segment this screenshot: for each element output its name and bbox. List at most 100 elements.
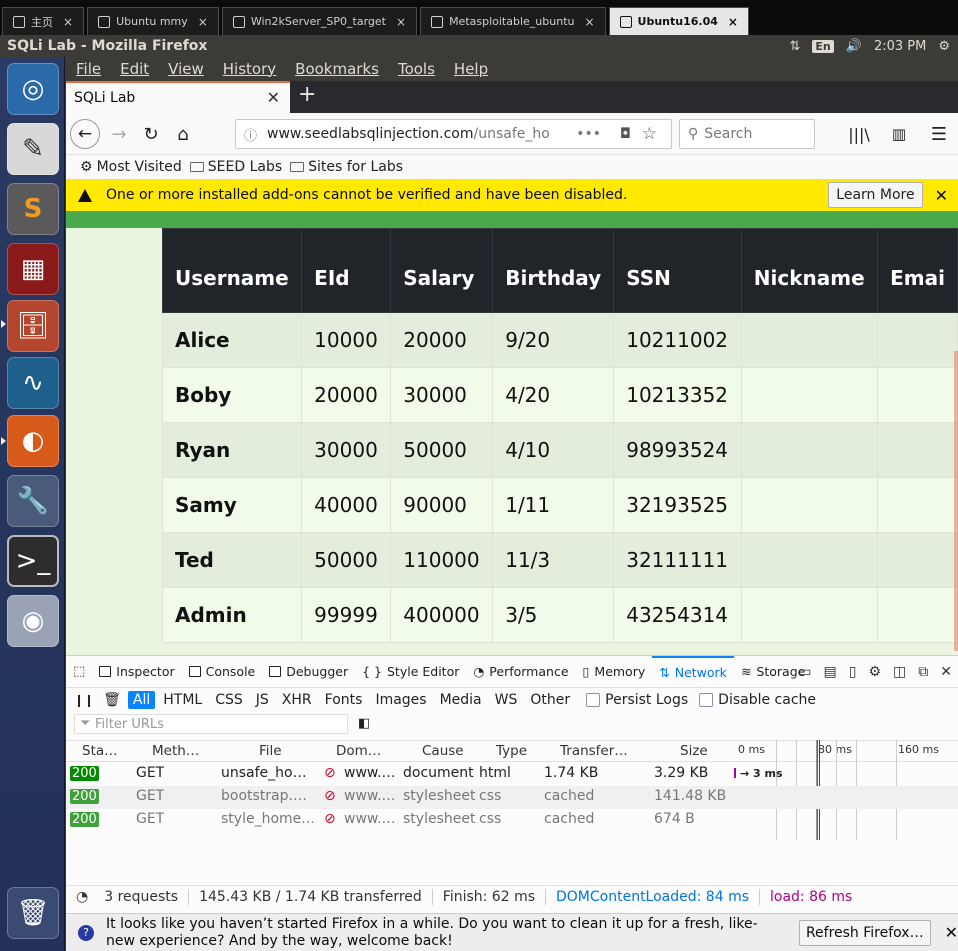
- settings-icon[interactable]: 🔧: [7, 475, 59, 527]
- page-actions-icon[interactable]: •••: [570, 126, 601, 142]
- filter-media[interactable]: Media: [435, 691, 487, 709]
- undock-icon[interactable]: ⧉: [918, 664, 928, 680]
- pause-icon[interactable]: ❙❙: [74, 693, 94, 707]
- col-domain[interactable]: Dom…: [336, 743, 381, 759]
- learn-more-button[interactable]: Learn More: [828, 182, 923, 208]
- hamburger-menu-icon[interactable]: ☰: [924, 119, 954, 149]
- filter-fonts[interactable]: Fonts: [320, 691, 368, 709]
- network-updown-icon[interactable]: ⇅: [790, 39, 801, 54]
- tab-network[interactable]: ⇅ Network: [652, 655, 734, 688]
- tab-debugger[interactable]: Debugger: [262, 656, 355, 688]
- col-cause[interactable]: Cause: [422, 743, 464, 759]
- trash-icon[interactable]: 🗑: [7, 887, 59, 939]
- trash-icon[interactable]: 🗑: [103, 692, 121, 708]
- vm-tab-home[interactable]: 主页 ×: [2, 7, 85, 35]
- url-bar[interactable]: ⓘ www.seedlabsqlinjection.com/unsafe_ho …: [235, 119, 672, 149]
- close-icon[interactable]: ×: [198, 15, 208, 29]
- overflow-tabs-icon[interactable]: ▭: [798, 664, 811, 680]
- checkbox-box[interactable]: [699, 693, 714, 707]
- sublime-text-icon[interactable]: S: [7, 183, 59, 235]
- filter-other[interactable]: Other: [525, 691, 575, 709]
- responsive-mode-icon[interactable]: ▯: [849, 664, 857, 680]
- menu-file[interactable]: File: [76, 60, 101, 78]
- close-icon[interactable]: ✕: [945, 923, 958, 942]
- tab-sqli-lab[interactable]: SQLi Lab ✕: [66, 81, 290, 113]
- tab-inspector[interactable]: Inspector: [92, 656, 181, 688]
- bookmark-sites-for-labs[interactable]: Sites for Labs: [290, 159, 403, 175]
- refresh-firefox-button[interactable]: Refresh Firefox…: [798, 919, 931, 946]
- menu-bookmarks[interactable]: Bookmarks: [295, 60, 379, 78]
- bookmark-star-icon[interactable]: ☆: [642, 124, 657, 144]
- filter-urls-input[interactable]: ⏷ Filter URLs: [74, 714, 348, 734]
- close-icon[interactable]: ✕: [935, 186, 948, 205]
- split-console-icon[interactable]: ▤: [824, 664, 837, 680]
- devtools-settings-icon[interactable]: ⚙: [868, 664, 881, 680]
- element-picker-icon[interactable]: ⬚: [66, 656, 92, 688]
- close-icon[interactable]: ×: [584, 15, 594, 29]
- wireshark-icon[interactable]: ∿: [7, 357, 59, 409]
- checkbox-box[interactable]: [586, 693, 601, 707]
- gear-icon[interactable]: ⚙: [938, 39, 950, 54]
- dock-side-icon[interactable]: ◫: [893, 664, 906, 680]
- menu-history[interactable]: History: [223, 60, 276, 78]
- back-button[interactable]: ←: [70, 119, 100, 149]
- col-transferred[interactable]: Transfer…: [560, 743, 628, 759]
- terminal-icon[interactable]: >_: [7, 535, 59, 587]
- disable-cache-checkbox[interactable]: Disable cache: [699, 692, 816, 708]
- filter-html[interactable]: HTML: [158, 691, 207, 709]
- filter-images[interactable]: Images: [370, 691, 431, 709]
- vm-tab-ubuntu-mmy[interactable]: Ubuntu mmy ×: [87, 7, 219, 35]
- vm-tab-win2k[interactable]: Win2kServer_SP0_target ×: [221, 7, 418, 35]
- clock[interactable]: 2:03 PM: [874, 39, 926, 54]
- request-row[interactable]: 200 GET style_home.… ⊘ www.… stylesheet …: [66, 809, 958, 832]
- tab-memory[interactable]: ▯ Memory: [576, 656, 653, 688]
- filter-ws[interactable]: WS: [490, 691, 523, 709]
- toggle-panel-icon[interactable]: ◧: [358, 716, 370, 731]
- filter-js[interactable]: JS: [251, 691, 274, 709]
- filter-css[interactable]: CSS: [210, 691, 248, 709]
- request-row[interactable]: 200 GET unsafe_ho… ⊘ www.… document html…: [66, 763, 958, 786]
- new-tab-button[interactable]: +: [298, 82, 316, 107]
- home-button[interactable]: ⌂: [168, 119, 198, 149]
- search-input[interactable]: ⚲ Search: [679, 119, 815, 149]
- close-devtools-icon[interactable]: ✕: [940, 664, 952, 680]
- firefox-icon[interactable]: ◐: [7, 415, 59, 467]
- close-icon[interactable]: ×: [728, 15, 738, 29]
- files-icon[interactable]: 🗄: [7, 300, 59, 352]
- ubuntu-dash-icon[interactable]: ◎: [7, 63, 59, 115]
- dvd-icon[interactable]: ◉: [7, 595, 59, 647]
- tab-style-editor[interactable]: { } Style Editor: [355, 656, 466, 688]
- menu-tools[interactable]: Tools: [398, 60, 435, 78]
- filter-xhr[interactable]: XHR: [277, 691, 317, 709]
- col-type[interactable]: Type: [496, 743, 527, 759]
- menu-help[interactable]: Help: [454, 60, 488, 78]
- col-file[interactable]: File: [259, 743, 282, 759]
- filter-all[interactable]: All: [127, 691, 156, 709]
- text-editor-icon[interactable]: ✎: [7, 123, 59, 175]
- col-method[interactable]: Meth…: [152, 743, 199, 759]
- close-icon[interactable]: ×: [396, 15, 406, 29]
- request-row[interactable]: 200 GET bootstrap.… ⊘ www.… stylesheet c…: [66, 786, 958, 809]
- persist-logs-checkbox[interactable]: Persist Logs: [586, 692, 688, 708]
- reload-performance-icon[interactable]: ◔: [76, 889, 88, 905]
- col-status[interactable]: Sta…: [82, 743, 118, 759]
- sidebar-icon[interactable]: ▥: [884, 119, 914, 149]
- info-icon[interactable]: ⓘ: [244, 125, 257, 144]
- reload-button[interactable]: ↻: [136, 119, 166, 149]
- menu-edit[interactable]: Edit: [120, 60, 149, 78]
- col-size[interactable]: Size: [680, 743, 708, 759]
- close-tab-icon[interactable]: ✕: [267, 88, 280, 107]
- keyboard-indicator[interactable]: En: [812, 39, 834, 53]
- bookmark-seed-labs[interactable]: SEED Labs: [189, 159, 282, 175]
- vm-tab-ubuntu1604[interactable]: Ubuntu16.04 ×: [608, 7, 749, 35]
- library-icon[interactable]: |||\: [844, 119, 874, 149]
- close-icon[interactable]: ×: [63, 15, 73, 29]
- menu-view[interactable]: View: [168, 60, 204, 78]
- forward-button[interactable]: →: [104, 119, 134, 149]
- volume-icon[interactable]: 🔊: [846, 39, 862, 54]
- pocket-icon[interactable]: ◘: [620, 126, 631, 142]
- scrollbar[interactable]: [954, 351, 958, 651]
- vm-tab-metasploitable[interactable]: Metasploitable_ubuntu ×: [420, 7, 606, 35]
- tab-performance[interactable]: ◔ Performance: [466, 656, 575, 688]
- tab-console[interactable]: Console: [182, 656, 263, 688]
